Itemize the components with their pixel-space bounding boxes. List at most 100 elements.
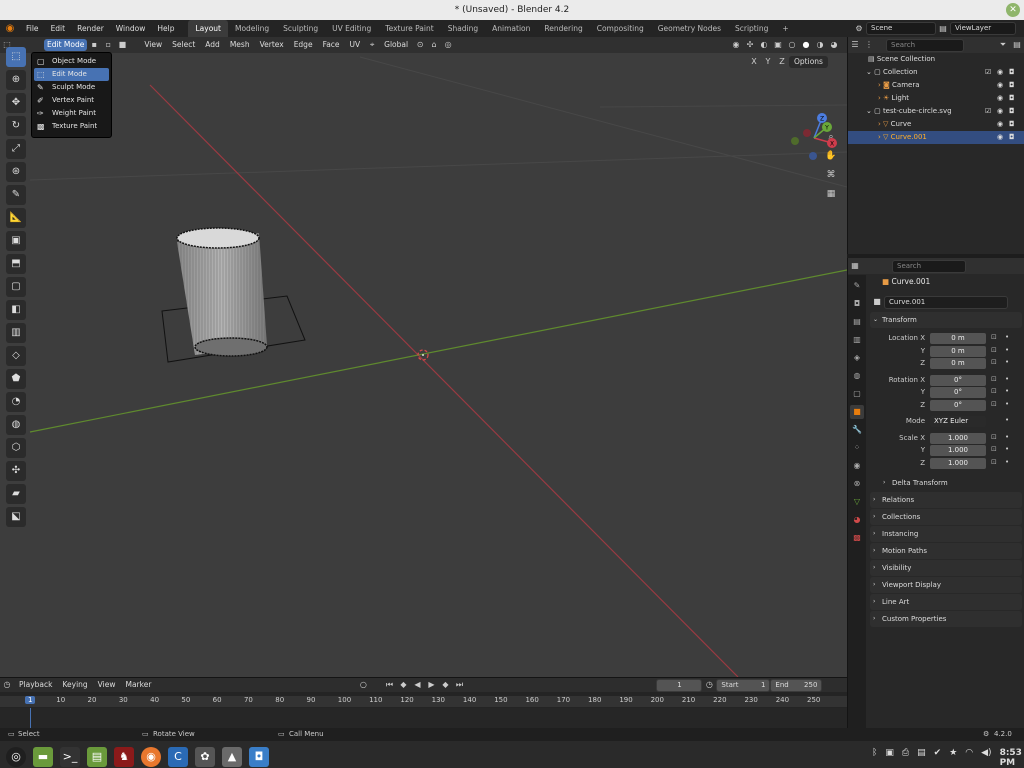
menu-weight-paint[interactable]: ✑ Weight Paint xyxy=(34,107,109,120)
menu-select[interactable]: Select xyxy=(167,37,200,53)
filter-icon[interactable]: ⏷ xyxy=(996,39,1010,51)
object-type-icon[interactable]: ■ xyxy=(870,296,884,308)
location-y-field[interactable]: 0 m xyxy=(930,345,986,357)
add-workspace-icon[interactable]: + xyxy=(775,20,795,37)
physics-tab-icon[interactable]: ◉ xyxy=(850,459,864,473)
outliner-editor-icon[interactable]: ☰ xyxy=(848,39,862,51)
menu-edit-mode[interactable]: ⬚ Edit Mode xyxy=(34,68,109,81)
pivot-icon[interactable]: ⊙ xyxy=(413,39,427,51)
lock-icon[interactable]: ⊡ xyxy=(991,346,997,354)
menu-edit[interactable]: Edit xyxy=(45,20,72,37)
perspective-grid-icon[interactable]: ▦ xyxy=(823,186,839,202)
material-tab-icon[interactable]: ◕ xyxy=(850,513,864,527)
marker-menu[interactable]: Marker xyxy=(120,677,156,693)
new-collection-icon[interactable]: ▤ xyxy=(1010,39,1024,51)
material-shading-icon[interactable]: ◑ xyxy=(813,39,827,51)
relations-panel-header[interactable]: › Relations xyxy=(870,492,1022,508)
terminal-icon[interactable]: >_ xyxy=(60,747,80,767)
tool-tab-icon[interactable]: ✎ xyxy=(850,279,864,293)
tab-geometry-nodes[interactable]: Geometry Nodes xyxy=(651,20,728,37)
mirror-y-toggle[interactable]: Y xyxy=(761,56,775,68)
edge-select-icon[interactable]: ▫ xyxy=(101,39,115,51)
eye-icon[interactable]: ◉ xyxy=(997,66,1003,79)
mint-menu-icon[interactable]: ◎ xyxy=(6,747,26,767)
timeline-ruler[interactable]: 1 10 20 30 40 50 60 70 80 90 100 110 120 130 140 150 160… xyxy=(0,696,847,707)
view-layer-icon[interactable]: ▤ xyxy=(936,23,950,35)
rendered-shading-icon[interactable]: ◕ xyxy=(827,39,841,51)
lock-icon[interactable]: ⊡ xyxy=(991,400,997,408)
keyframe-dot-icon[interactable]: • xyxy=(1005,333,1009,341)
select-box-tool-icon[interactable]: ⬚ xyxy=(6,47,26,67)
modifier-tab-icon[interactable]: 🔧 xyxy=(850,423,864,437)
eye-icon[interactable]: ◉ xyxy=(997,131,1003,144)
mode-selector[interactable]: Edit Mode xyxy=(44,39,88,51)
clock-icon[interactable]: ◷ xyxy=(702,679,716,691)
notes-icon[interactable]: ▤ xyxy=(917,748,926,768)
face-select-icon[interactable]: ■ xyxy=(115,39,129,51)
lock-icon[interactable]: ⊡ xyxy=(991,333,997,341)
keyframe-dot-icon[interactable]: • xyxy=(1005,445,1009,453)
collection-tab-icon[interactable]: ▢ xyxy=(850,387,864,401)
tab-compositing[interactable]: Compositing xyxy=(590,20,651,37)
keyframe-dot-icon[interactable]: • xyxy=(1005,346,1009,354)
camera-render-icon[interactable]: ◘ xyxy=(1009,92,1015,105)
menu-edge[interactable]: Edge xyxy=(289,37,318,53)
transform-tool-icon[interactable]: ⊛ xyxy=(6,162,26,182)
tray-app-icon[interactable]: ▣ xyxy=(885,748,894,768)
blender-task-icon[interactable]: ▲ xyxy=(222,747,242,767)
rotation-x-field[interactable]: 0° xyxy=(930,374,986,386)
gizmo-icon[interactable]: ✣ xyxy=(743,39,757,51)
options-button[interactable]: Options xyxy=(789,56,828,68)
view-layer-selector[interactable]: ViewLayer xyxy=(950,22,1016,35)
outliner-row-light[interactable]: › ☀ Light ◉ ◘ xyxy=(848,92,1024,105)
keyframe-dot-icon[interactable]: • xyxy=(1005,358,1009,366)
scale-y-field[interactable]: 1.000 xyxy=(930,445,986,456)
3d-viewport[interactable]: ⬚ Edit Mode ▪ ▫ ■ View Select Add Mesh V… xyxy=(0,37,847,677)
tab-layout[interactable]: Layout xyxy=(188,20,228,37)
tab-sculpting[interactable]: Sculpting xyxy=(276,20,325,37)
printer-icon[interactable]: ⎙ xyxy=(902,748,909,768)
tab-uv-editing[interactable]: UV Editing xyxy=(325,20,378,37)
lock-icon[interactable]: ⊡ xyxy=(991,458,997,466)
motion-paths-panel-header[interactable]: › Motion Paths xyxy=(870,543,1022,559)
camera-render-icon[interactable]: ◘ xyxy=(1009,66,1015,79)
shrink-fatten-tool-icon[interactable]: ✣ xyxy=(6,461,26,481)
eye-icon[interactable]: ◉ xyxy=(997,118,1003,131)
camera-render-icon[interactable]: ◘ xyxy=(1009,118,1015,131)
location-z-field[interactable]: 0 m xyxy=(930,358,986,369)
line-art-panel-header[interactable]: › Line Art xyxy=(870,594,1022,610)
tab-scripting[interactable]: Scripting xyxy=(728,20,775,37)
next-keyframe-icon[interactable]: ◆ xyxy=(438,679,452,691)
smooth-tool-icon[interactable]: ◍ xyxy=(6,415,26,435)
wifi-icon[interactable]: ◠ xyxy=(965,748,973,768)
tab-modeling[interactable]: Modeling xyxy=(228,20,276,37)
object-tab-icon[interactable]: ■ xyxy=(850,405,864,419)
menu-add[interactable]: Add xyxy=(200,37,225,53)
outliner-row-camera[interactable]: › ◙ Camera ◉ ◘ xyxy=(848,79,1024,92)
scene-icon[interactable]: ⚙ xyxy=(852,23,866,35)
scale-x-field[interactable]: 1.000 xyxy=(930,432,986,444)
play-reverse-icon[interactable]: ◀ xyxy=(410,679,424,691)
current-frame-field[interactable]: 1 xyxy=(656,678,703,692)
eye-icon[interactable]: ◉ xyxy=(997,79,1003,92)
menu-face[interactable]: Face xyxy=(318,37,345,53)
rotation-y-field[interactable]: 0° xyxy=(930,387,986,398)
knife-tool-icon[interactable]: ◇ xyxy=(6,346,26,366)
collections-panel-header[interactable]: › Collections xyxy=(870,509,1022,525)
rotate-tool-icon[interactable]: ↻ xyxy=(6,116,26,136)
paint-app-icon[interactable]: ✿ xyxy=(195,747,215,767)
vertex-select-icon[interactable]: ▪ xyxy=(87,39,101,51)
texture-tab-icon[interactable]: ▩ xyxy=(850,531,864,545)
solid-shading-icon[interactable]: ● xyxy=(799,39,813,51)
data-tab-icon[interactable]: ▽ xyxy=(850,495,864,509)
camera-render-icon[interactable]: ◘ xyxy=(1009,131,1015,144)
menu-uv[interactable]: UV xyxy=(345,37,366,53)
location-x-field[interactable]: 0 m xyxy=(930,333,986,344)
outliner-row-curve[interactable]: › ▽ Curve ◉ ◘ xyxy=(848,118,1024,131)
start-frame-field[interactable]: Start 1 xyxy=(716,678,771,692)
lock-icon[interactable]: ⊡ xyxy=(991,375,997,383)
checkbox-icon[interactable]: ☑ xyxy=(985,105,991,118)
annotate-tool-icon[interactable]: ✎ xyxy=(6,185,26,205)
properties-search-input[interactable]: Search xyxy=(892,259,966,273)
timeline-track[interactable] xyxy=(0,708,847,729)
